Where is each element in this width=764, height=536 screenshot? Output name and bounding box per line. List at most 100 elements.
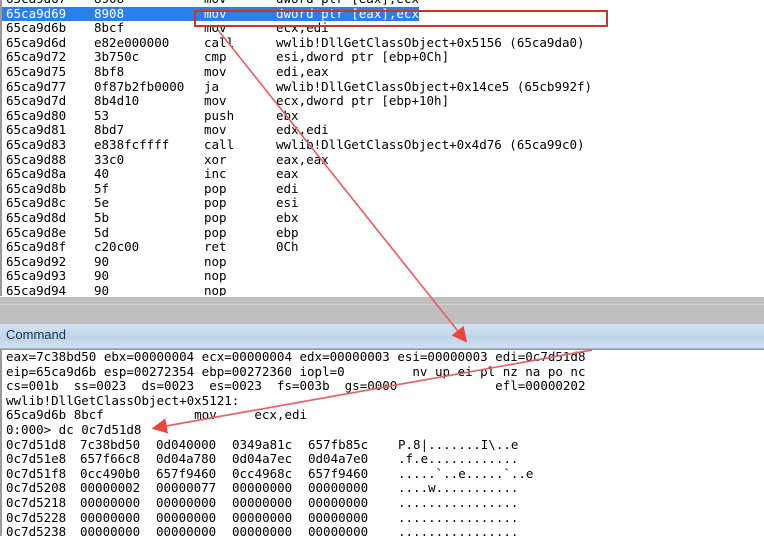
dump-word: 00000000	[156, 524, 217, 536]
instruction-operands: ebx	[276, 209, 299, 225]
instruction-mnemonic: nop	[204, 253, 227, 269]
dump-word: 657f66c8	[80, 451, 141, 467]
instruction-operands: eax	[276, 166, 299, 182]
dump-word: 00000000	[308, 524, 369, 536]
memory-dump-row: 0c7d5218 00000000 00000000 00000000 00000000…	[2, 494, 764, 511]
disassembly-row[interactable]: 65ca9d92 90 nop	[2, 253, 764, 270]
instruction-operands: wwlib!DllGetClassObject+0x14ce5 (65cb992…	[276, 78, 593, 94]
dump-address: 0c7d5218	[6, 494, 67, 510]
instruction-mnemonic: pop	[204, 209, 227, 225]
disassembly-row[interactable]: 65ca9d75 8bf8 mov edi,eax	[2, 63, 764, 80]
instruction-mnemonic: pop	[204, 195, 227, 211]
disassembly-row[interactable]: 65ca9d69 8908 mov dword ptr [eax],ecx	[2, 6, 764, 22]
register-line-2: eip=65ca9d6b esp=00272354 ebp=00272360 i…	[6, 363, 586, 379]
disassembly-row[interactable]: 65ca9d8e 5d pop ebp	[2, 224, 764, 241]
instruction-address: 65ca9d77	[6, 78, 67, 94]
disassembly-row[interactable]: 65ca9d80 53 push ebx	[2, 107, 764, 124]
disassembly-row[interactable]: 65ca9d88 33c0 xor eax,eax	[2, 151, 764, 168]
dump-ascii: .....`..e.....`..e	[398, 465, 534, 481]
command-pane[interactable]: Command eax=7c38bd50 ebx=00000004 ecx=00…	[0, 324, 764, 536]
disassembly-row[interactable]: 65ca9d8b 5f pop edi	[2, 180, 764, 197]
dump-word: 0d04a7ec	[232, 451, 293, 467]
instruction-address: 65ca9d81	[6, 122, 67, 138]
instruction-address: 65ca9d94	[6, 282, 67, 296]
dump-word: 00000077	[156, 480, 217, 496]
instruction-operands: esi	[276, 195, 299, 211]
instruction-bytes: e82e000000	[94, 34, 170, 50]
instruction-operands: ebp	[276, 224, 299, 240]
command-output[interactable]: eax=7c38bd50 ebx=00000004 ecx=00000004 e…	[0, 349, 764, 536]
instruction-bytes: 5d	[94, 224, 110, 240]
dump-word: 0349a81c	[232, 436, 293, 452]
instruction-mnemonic: call	[204, 136, 235, 152]
instruction-bytes: 90	[94, 282, 110, 296]
instruction-mnemonic: pop	[204, 180, 227, 196]
instruction-mnemonic: inc	[204, 166, 227, 182]
disassembly-row[interactable]: 65ca9d6b 8bcf mov ecx,edi	[2, 21, 764, 36]
dump-address: 0c7d5228	[6, 509, 67, 525]
dump-ascii: .f.e............	[398, 451, 519, 467]
instruction-address: 65ca9d80	[6, 107, 67, 123]
instruction-operands: ebx	[276, 107, 299, 123]
instruction-address: 65ca9d72	[6, 49, 67, 65]
memory-dump-row: 0c7d51e8 657f66c8 0d04a780 0d04a7ec 0d04a7e0…	[2, 452, 764, 467]
instruction-mnemonic: ret	[204, 239, 227, 255]
dump-word: 00000000	[308, 509, 369, 525]
dump-word: 00000000	[232, 524, 293, 536]
dump-ascii: ................	[398, 509, 519, 525]
instruction-mnemonic: mov	[204, 20, 227, 36]
dump-word: 00000002	[80, 480, 141, 496]
instruction-mnemonic: cmp	[204, 49, 227, 65]
disassembly-row[interactable]: 65ca9d83 e838fcffff call wwlib!DllGetClassO…	[2, 136, 764, 153]
disassembly-row[interactable]: 65ca9d8c 5e pop esi	[2, 196, 764, 211]
dump-address: 0c7d5238	[6, 524, 67, 536]
instruction-address: 65ca9d8c	[6, 195, 67, 211]
instruction-bytes: 5b	[94, 209, 110, 225]
disassembly-row[interactable]: 65ca9d94 90 nop	[2, 282, 764, 296]
instruction-mnemonic: push	[204, 107, 235, 123]
instruction-operands: edi,eax	[276, 63, 329, 79]
dump-word: 657fb85c	[308, 436, 369, 452]
splitter-edge	[0, 304, 764, 305]
disassembly-row[interactable]: 65ca9d8f c20c00 ret 0Ch	[2, 239, 764, 255]
disassembly-row[interactable]: 65ca9d8a 40 inc eax	[2, 167, 764, 182]
instruction-bytes: 8bcf	[94, 20, 125, 36]
instruction-mnemonic: call	[204, 34, 235, 50]
instruction-bytes: 33c0	[94, 151, 125, 167]
instruction-address: 65ca9d8d	[6, 209, 67, 225]
disassembly-row[interactable]: 65ca9d81 8bd7 mov edx,edi	[2, 123, 764, 138]
disassembly-row[interactable]: 65ca9d8d 5b pop ebx	[2, 209, 764, 226]
dump-word: 7c38bd50	[80, 436, 141, 452]
dump-word: 00000000	[232, 480, 293, 496]
instruction-bytes: 8b4d10	[94, 93, 140, 109]
dump-word: 00000000	[232, 494, 293, 510]
instruction-address: 65ca9d6b	[6, 20, 67, 36]
disassembly-pane[interactable]: 65ca9d678908movdword ptr [eax],ecx65ca9d…	[0, 0, 764, 296]
disassembly-row[interactable]: 65ca9d93 90 nop	[2, 269, 764, 284]
instruction-bytes: 90	[94, 268, 110, 284]
instruction-operands: ecx,edi	[276, 20, 329, 36]
disassembly-row[interactable]: 65ca9d7d 8b4d10 mov ecx,dword ptr [ebp+10h]	[2, 94, 764, 109]
dump-word: 0d04a7e0	[308, 451, 369, 467]
dump-address: 0c7d51f8	[6, 465, 67, 481]
disassembly-list[interactable]: 65ca9d678908movdword ptr [eax],ecx65ca9d…	[2, 0, 764, 296]
memory-dump-row: 0c7d51d8 7c38bd50 0d040000 0349a81c 657fb85c…	[2, 436, 764, 453]
instruction-mnemonic: nop	[204, 282, 227, 296]
command-titlebar[interactable]: Command	[0, 324, 764, 349]
current-instruction-line: 65ca9d6b 8bcf mov ecx,edi	[6, 407, 308, 423]
disassembly-row[interactable]: 65ca9d6d e82e000000 call wwlib!DllGetClassO…	[2, 34, 764, 51]
pane-splitter[interactable]	[0, 296, 764, 325]
dump-ascii: ................	[398, 524, 519, 536]
instruction-mnemonic: mov	[204, 6, 276, 22]
instruction-address: 65ca9d8f	[6, 239, 67, 255]
disassembly-row[interactable]: 65ca9d77 0f87b2fb0000 ja wwlib!DllGetClassO…	[2, 78, 764, 95]
instruction-address: 65ca9d93	[6, 268, 67, 284]
instruction-address: 65ca9d8e	[6, 224, 67, 240]
disassembly-row[interactable]: 65ca9d72 3b750c cmp esi,dword ptr [ebp+0Ch]	[2, 50, 764, 65]
instruction-bytes: 5f	[94, 180, 110, 196]
dump-word: 00000000	[308, 494, 369, 510]
memory-dump-list: 0c7d51d8 7c38bd50 0d040000 0349a81c 657fb85c…	[2, 436, 764, 536]
dump-word: 0cc4968c	[232, 465, 293, 481]
instruction-bytes: e838fcffff	[94, 136, 170, 152]
instruction-bytes: 0f87b2fb0000	[94, 78, 185, 94]
